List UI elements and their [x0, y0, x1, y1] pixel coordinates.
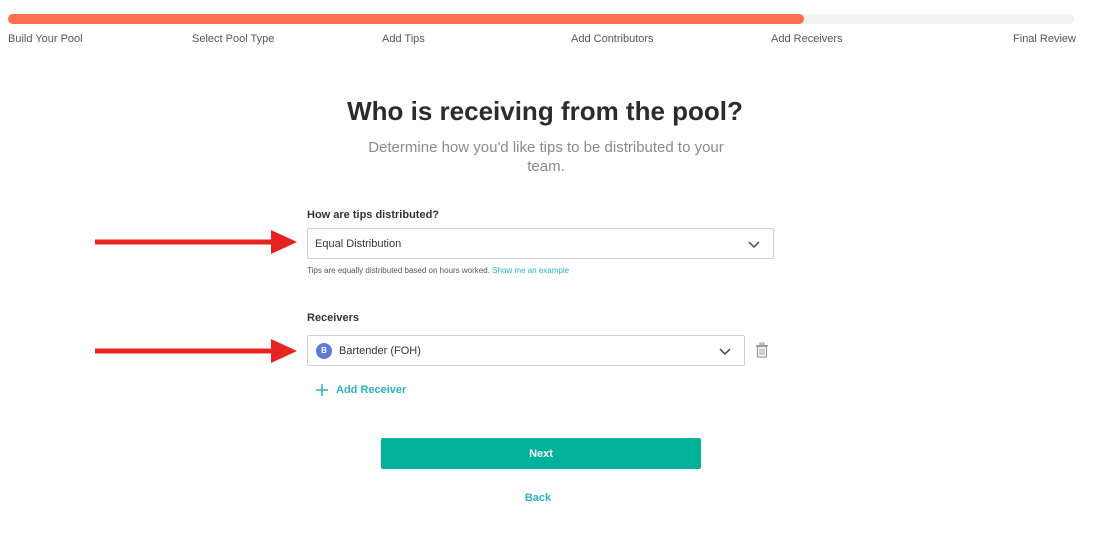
- step-add-tips: Add Tips: [382, 33, 425, 45]
- distribution-label: How are tips distributed?: [307, 209, 440, 221]
- receiver-selected-value: Bartender (FOH): [339, 344, 421, 357]
- distribution-selected-value: Equal Distribution: [315, 237, 402, 250]
- red-arrow-annotation: [95, 339, 297, 363]
- avatar: B: [316, 342, 332, 359]
- step-final-review: Final Review: [1013, 33, 1076, 45]
- progress-bar: [8, 14, 1074, 24]
- page-subtitle: Determine how you'd like tips to be dist…: [368, 139, 724, 175]
- show-example-link[interactable]: Show me an example: [492, 266, 569, 275]
- distribution-select[interactable]: Equal Distribution: [307, 228, 774, 259]
- next-button[interactable]: Next: [381, 438, 701, 469]
- distribution-hint-text: Tips are equally distributed based on ho…: [307, 266, 490, 275]
- chevron-down-icon: [719, 348, 731, 356]
- chevron-down-icon: [748, 241, 760, 249]
- step-select-pool-type: Select Pool Type: [192, 33, 275, 45]
- progress-bar-fill: [8, 14, 805, 24]
- receiver-select[interactable]: B Bartender (FOH): [307, 335, 745, 366]
- step-labels: Build Your Pool Select Pool Type Add Tip…: [0, 33, 1098, 47]
- trash-icon[interactable]: [755, 342, 769, 358]
- step-add-receivers: Add Receivers: [771, 33, 843, 45]
- distribution-hint: Tips are equally distributed based on ho…: [307, 266, 569, 275]
- step-add-contributors: Add Contributors: [571, 33, 654, 45]
- step-build-your-pool: Build Your Pool: [8, 33, 83, 45]
- page-title: Who is receiving from the pool?: [347, 96, 743, 126]
- plus-icon: [316, 384, 328, 396]
- receivers-label: Receivers: [307, 312, 359, 324]
- add-receiver-button[interactable]: Add Receiver: [315, 383, 406, 397]
- back-link[interactable]: Back: [510, 492, 566, 504]
- red-arrow-annotation: [95, 230, 297, 254]
- add-receiver-label: Add Receiver: [336, 384, 407, 396]
